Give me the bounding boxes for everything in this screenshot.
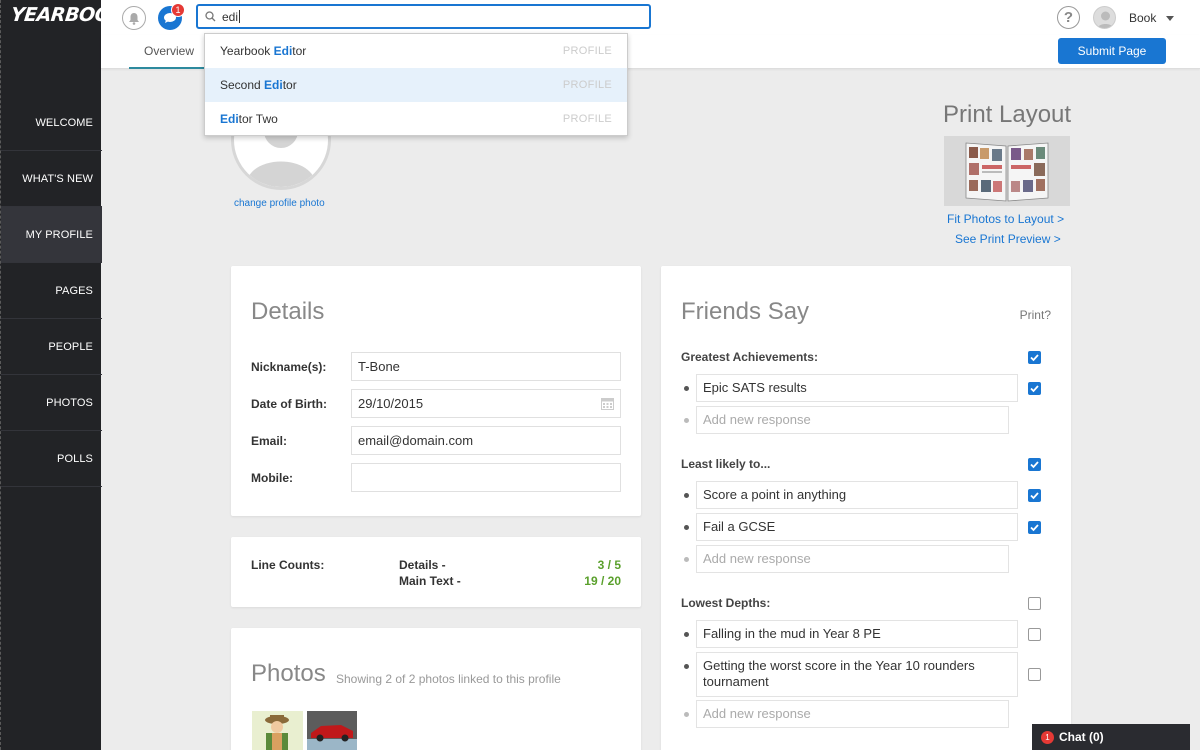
question-lowest-depths: Lowest Depths: (681, 596, 771, 610)
email-field[interactable]: email@domain.com (351, 426, 621, 455)
sidebar-item-people[interactable]: PEOPLE (1, 319, 102, 375)
details-card: Details Nickname(s): T-Bone Date of Birt… (231, 266, 641, 516)
email-label: Email: (251, 434, 288, 448)
response-field[interactable]: Score a point in anything (696, 481, 1018, 509)
search-icon (205, 11, 216, 22)
line-counts-label: Line Counts: (251, 558, 325, 572)
bell-icon[interactable] (122, 6, 146, 30)
response-field[interactable]: Epic SATS results (696, 374, 1018, 402)
search-result-item[interactable]: Yearbook Editor PROFILE (205, 34, 627, 68)
sidebar-item-welcome[interactable]: WELCOME (1, 95, 102, 151)
calendar-icon[interactable] (601, 397, 614, 410)
bullet (684, 418, 689, 423)
search-result-item[interactable]: Editor Two PROFILE (205, 102, 627, 136)
bullet (684, 557, 689, 562)
change-profile-photo-link[interactable]: change profile photo (234, 198, 325, 209)
search-result-type: PROFILE (562, 45, 612, 57)
sidebar: YEARBOOK WELCOME WHAT'S NEW MY PROFILE P… (0, 0, 126, 750)
photo-thumbnail[interactable] (307, 711, 357, 750)
search-result-name: Yearbook Editor (220, 44, 307, 58)
sidebar-item-my-profile[interactable]: MY PROFILE (1, 207, 102, 263)
line-count-main-label: Main Text - (399, 574, 461, 588)
photos-subtitle: Showing 2 of 2 photos linked to this pro… (336, 672, 561, 686)
line-counts-card: Line Counts: Details - 3 / 5 Main Text -… (231, 537, 641, 607)
dob-label: Date of Birth: (251, 397, 327, 411)
search-result-item[interactable]: Second Editor PROFILE (205, 68, 627, 102)
print-checkbox[interactable] (1028, 351, 1041, 364)
print-checkbox[interactable] (1028, 521, 1041, 534)
search-input[interactable]: edi (196, 4, 651, 29)
help-icon[interactable]: ? (1057, 6, 1080, 29)
friends-say-card: Friends Say Print? Greatest Achievements… (661, 266, 1071, 750)
print-checkbox[interactable] (1028, 628, 1041, 641)
search-result-type: PROFILE (562, 79, 612, 91)
print-checkbox[interactable] (1028, 489, 1041, 502)
nickname-field[interactable]: T-Bone (351, 352, 621, 381)
question-greatest-achievements: Greatest Achievements: (681, 350, 818, 364)
search-result-type: PROFILE (562, 113, 612, 125)
print-column-label: Print? (1019, 308, 1051, 322)
nickname-label: Nickname(s): (251, 360, 327, 374)
bullet (684, 712, 689, 717)
search-result-name: Second Editor (220, 78, 297, 92)
sidebar-item-photos[interactable]: PHOTOS (1, 375, 102, 431)
line-count-details-label: Details - (399, 558, 446, 572)
response-field[interactable]: Falling in the mud in Year 8 PE (696, 620, 1018, 648)
search-results-dropdown: Yearbook Editor PROFILE Second Editor PR… (204, 33, 628, 136)
submit-page-button[interactable]: Submit Page (1058, 38, 1166, 64)
photos-title: Photos (251, 660, 326, 687)
print-checkbox[interactable] (1028, 597, 1041, 610)
bullet (684, 632, 689, 637)
user-name[interactable]: Book (1129, 11, 1156, 25)
sidebar-item-whats-new[interactable]: WHAT'S NEW (1, 151, 102, 207)
mobile-field[interactable] (351, 463, 621, 492)
line-count-main-value: 19 / 20 (584, 574, 621, 588)
search-result-name: Editor Two (220, 112, 278, 126)
bullet (684, 386, 689, 391)
sidebar-item-polls[interactable]: POLLS (1, 431, 102, 487)
bullet (684, 493, 689, 498)
print-checkbox[interactable] (1028, 382, 1041, 395)
chevron-down-icon[interactable] (1166, 16, 1174, 21)
print-checkbox[interactable] (1028, 668, 1041, 681)
photos-card: Photos Showing 2 of 2 photos linked to t… (231, 628, 641, 750)
details-title: Details (251, 298, 325, 325)
chat-button[interactable]: 1 Chat (0) (1032, 724, 1190, 750)
search-value: edi (222, 9, 239, 24)
bullet (684, 664, 689, 669)
add-response-field[interactable]: Add new response (696, 545, 1009, 573)
response-field[interactable]: Getting the worst score in the Year 10 r… (696, 652, 1018, 697)
sidebar-item-pages[interactable]: PAGES (1, 263, 102, 319)
user-avatar[interactable] (1093, 6, 1116, 29)
add-response-field[interactable]: Add new response (696, 700, 1009, 728)
text-cursor (239, 10, 241, 23)
print-preview-link[interactable]: See Print Preview > (955, 232, 1061, 246)
response-field[interactable]: Fail a GCSE (696, 513, 1018, 541)
notification-badge: 1 (171, 3, 185, 17)
tab-overview[interactable]: Overview (129, 35, 209, 69)
question-least-likely: Least likely to... (681, 457, 771, 471)
add-response-field[interactable]: Add new response (696, 406, 1009, 434)
chat-label: Chat (0) (1059, 730, 1104, 744)
photo-thumbnail[interactable] (252, 711, 303, 750)
friends-say-title: Friends Say (681, 298, 810, 325)
mobile-label: Mobile: (251, 471, 293, 485)
chat-badge: 1 (1041, 730, 1054, 744)
line-count-details-value: 3 / 5 (597, 558, 621, 572)
sidebar-nav: WELCOME WHAT'S NEW MY PROFILE PAGES PEOP… (1, 95, 102, 487)
dob-field[interactable]: 29/10/2015 (351, 389, 621, 418)
bullet (684, 525, 689, 530)
fit-photos-link[interactable]: Fit Photos to Layout > (947, 212, 1064, 226)
top-bar: 1 edi ? Book (101, 0, 1200, 35)
print-checkbox[interactable] (1028, 458, 1041, 471)
print-layout-title: Print Layout (943, 101, 1072, 128)
dob-value: 29/10/2015 (358, 396, 424, 411)
print-layout-thumbnail[interactable] (944, 136, 1070, 206)
